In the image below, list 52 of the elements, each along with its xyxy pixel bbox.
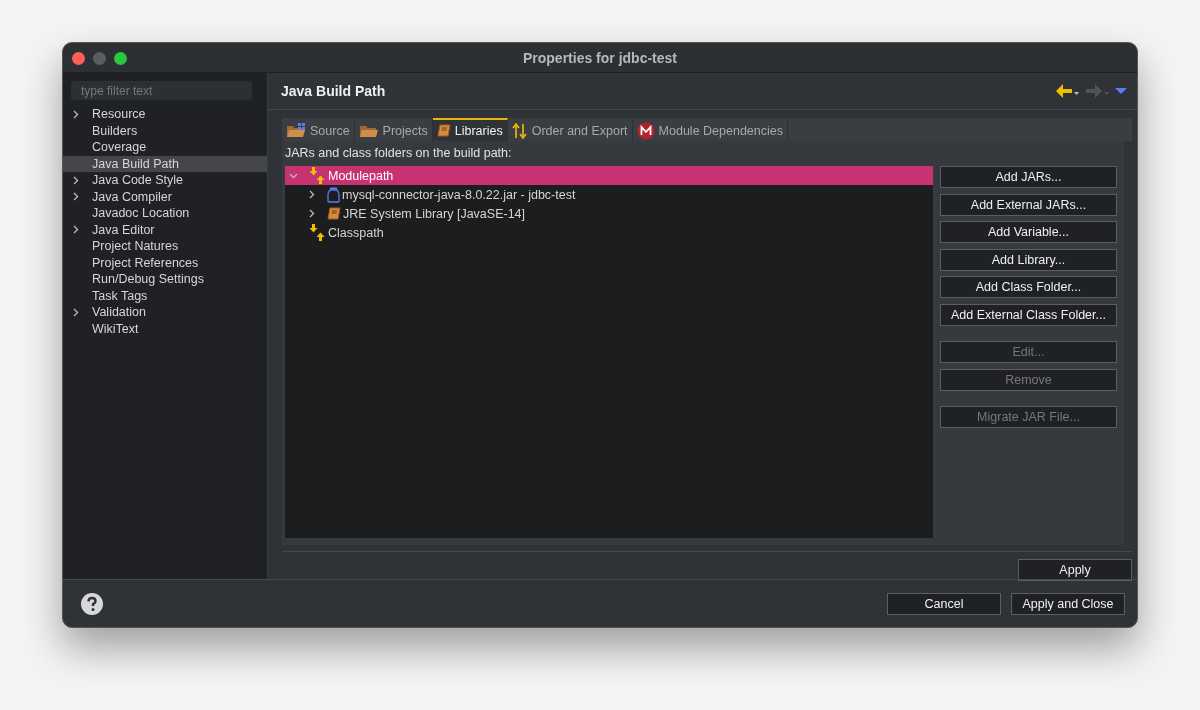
sidebar-item[interactable]: Project References bbox=[63, 254, 267, 271]
jar-icon bbox=[327, 186, 340, 203]
order-arrows-icon bbox=[511, 122, 528, 139]
tree-row[interactable]: Modulepath bbox=[285, 166, 933, 185]
action-button[interactable]: Add JARs... bbox=[940, 166, 1117, 188]
action-button[interactable]: Add External JARs... bbox=[940, 193, 1117, 216]
tree-row[interactable]: Classpath bbox=[285, 223, 933, 242]
book-icon bbox=[436, 123, 451, 138]
book-icon bbox=[327, 206, 341, 221]
tab[interactable]: Libraries bbox=[432, 118, 508, 141]
window-title: Properties for jdbc-test bbox=[522, 49, 678, 66]
up-down-arrows-icon bbox=[309, 224, 326, 241]
sidebar-item[interactable]: Javadoc Location bbox=[63, 205, 267, 222]
sidebar-item[interactable]: Builders bbox=[63, 122, 267, 139]
action-button[interactable]: Add Class Folder... bbox=[940, 276, 1117, 298]
module-icon bbox=[636, 121, 655, 140]
sidebar-item[interactable]: Validation bbox=[63, 304, 267, 321]
sidebar-item[interactable]: Resource bbox=[63, 106, 267, 123]
apply-button[interactable]: Apply bbox=[1018, 559, 1132, 581]
action-button[interactable]: Add Library... bbox=[940, 248, 1117, 271]
folder-icon bbox=[358, 123, 379, 138]
sidebar-item[interactable]: Java Build Path bbox=[63, 155, 267, 172]
menu-caret-icon[interactable] bbox=[1115, 87, 1127, 95]
tree-label: JARs and class folders on the build path: bbox=[285, 146, 513, 160]
tree-row[interactable]: mysql-connector-java-8.0.22.jar - jdbc-test bbox=[285, 185, 933, 204]
chevron-right-icon[interactable] bbox=[71, 307, 80, 317]
dialog-button[interactable]: Apply and Close bbox=[1011, 592, 1125, 615]
up-down-arrows-icon bbox=[309, 167, 326, 184]
filter-field[interactable]: type filter text bbox=[71, 81, 252, 100]
sidebar-item[interactable]: Project Natures bbox=[63, 238, 267, 255]
close-button[interactable] bbox=[72, 52, 85, 65]
sidebar-item[interactable]: Task Tags bbox=[63, 287, 267, 304]
chevron-right-icon[interactable] bbox=[71, 109, 80, 119]
action-button[interactable]: Add Variable... bbox=[940, 221, 1117, 243]
page-title: Java Build Path bbox=[281, 83, 386, 99]
action-button[interactable]: Add External Class Folder... bbox=[940, 303, 1117, 326]
source-folder-icon bbox=[286, 123, 306, 138]
zoom-button[interactable] bbox=[114, 52, 127, 65]
back-arrow-icon[interactable] bbox=[1055, 83, 1079, 99]
help-icon[interactable] bbox=[81, 592, 103, 615]
sidebar-item[interactable]: Run/Debug Settings bbox=[63, 271, 267, 288]
tree-row[interactable]: JRE System Library [JavaSE-14] bbox=[285, 204, 933, 223]
sidebar-item[interactable]: Coverage bbox=[63, 139, 267, 156]
sidebar-item[interactable]: WikiText bbox=[63, 320, 267, 337]
chevron-right-icon[interactable] bbox=[71, 225, 80, 235]
chevron-right-icon[interactable] bbox=[307, 209, 316, 218]
chevron-right-icon[interactable] bbox=[307, 190, 316, 199]
sidebar-item[interactable]: Java Editor bbox=[63, 221, 267, 238]
chevron-down-icon[interactable] bbox=[289, 171, 298, 180]
dialog-button[interactable]: Cancel bbox=[887, 592, 1001, 615]
sidebar-item[interactable]: Java Code Style bbox=[63, 172, 267, 189]
sidebar-item[interactable]: Java Compiler bbox=[63, 188, 267, 205]
